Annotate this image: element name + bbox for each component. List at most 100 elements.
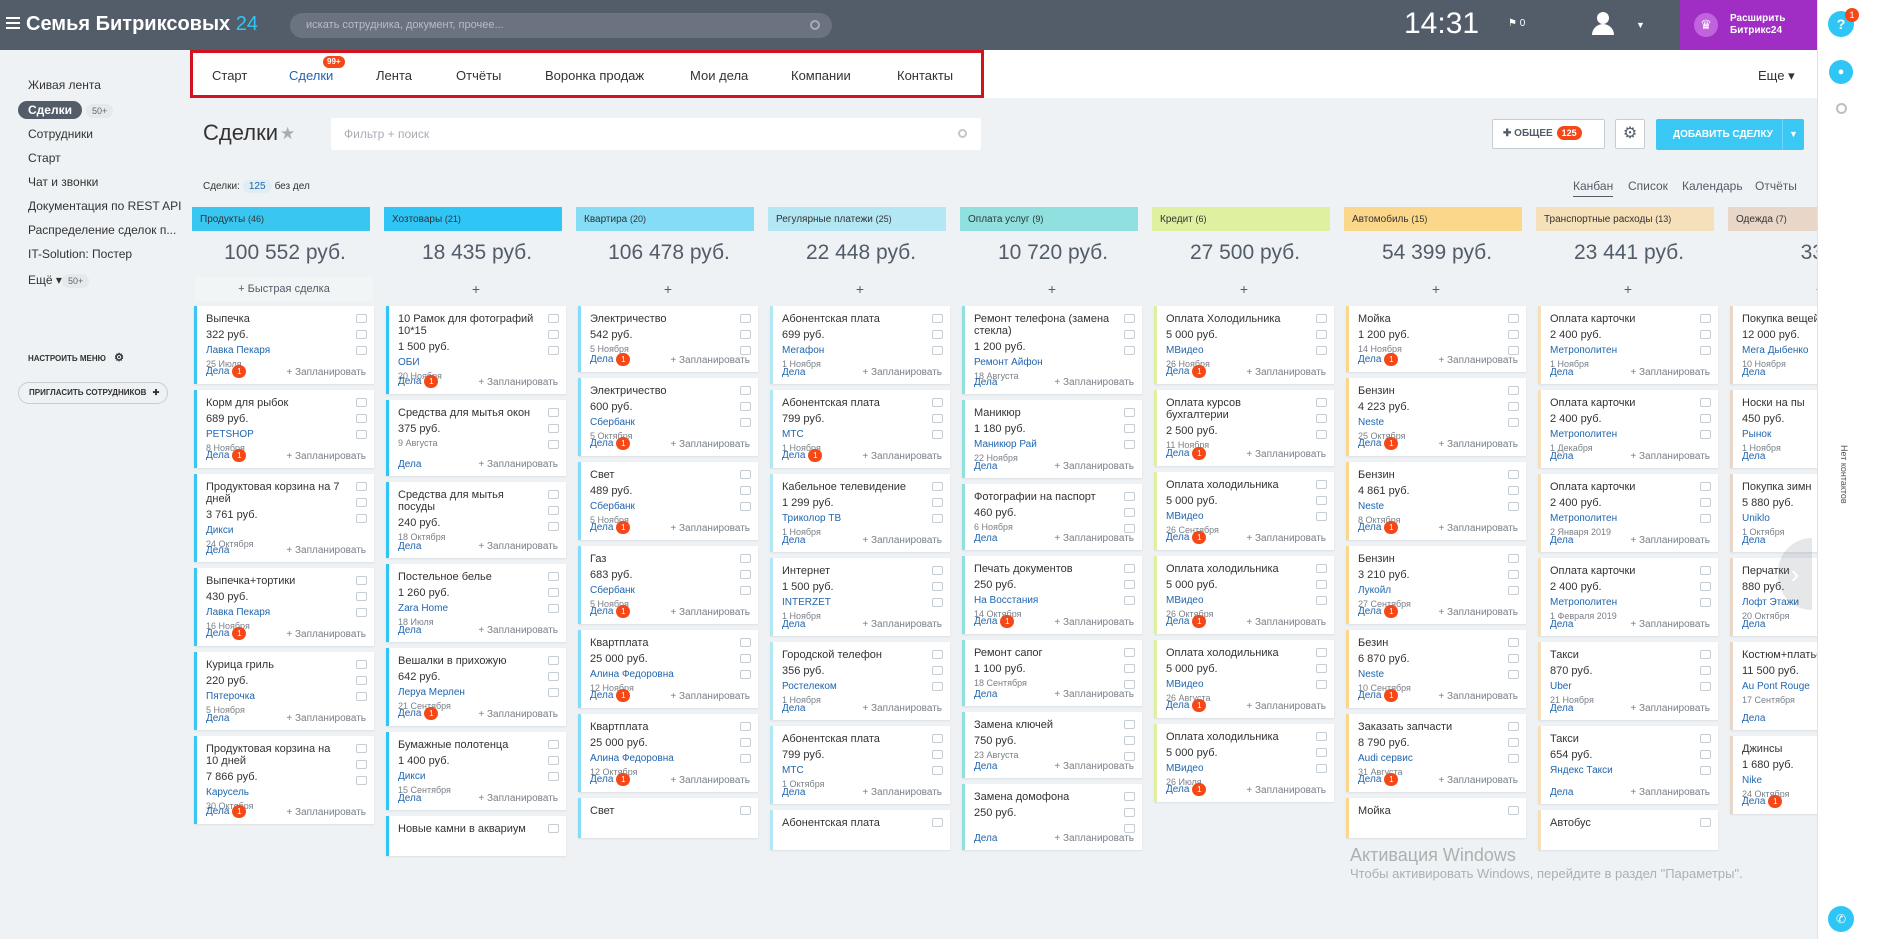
schedule-link[interactable]: + Запланировать — [862, 535, 942, 546]
deal-client-link[interactable]: Метрополитен — [1550, 345, 1710, 356]
deal-tasks-link[interactable]: Дела 1 — [590, 521, 631, 534]
quick-deal-button[interactable]: + Быстрая сделка — [195, 277, 373, 301]
deal-title[interactable]: Автобус — [1550, 817, 1710, 829]
deal-card[interactable]: Бензин 4 223 руб. Neste 25 Октября Дела 1 + За… — [1346, 378, 1526, 456]
deal-tasks-link[interactable]: Дела — [1742, 451, 1765, 462]
chat-icon[interactable] — [932, 598, 943, 607]
column-header[interactable]: Продукты (46) — [192, 207, 370, 231]
deal-client-link[interactable]: Алина Федоровна — [590, 669, 750, 680]
mail-icon[interactable] — [1124, 736, 1135, 745]
phone-icon[interactable] — [740, 806, 751, 815]
phone-icon[interactable] — [1508, 470, 1519, 479]
view-tab-2[interactable]: Календарь — [1682, 179, 1743, 193]
phone-icon[interactable]: ✆ — [1828, 906, 1854, 932]
mail-icon[interactable] — [1316, 330, 1327, 339]
schedule-link[interactable]: + Запланировать — [670, 439, 750, 450]
portal-title[interactable]: Семья Битриксовых 24 — [26, 13, 258, 36]
mail-icon[interactable] — [356, 498, 367, 507]
deal-tasks-link[interactable]: Дела — [974, 833, 997, 844]
mail-icon[interactable] — [548, 424, 559, 433]
schedule-link[interactable]: + Запланировать — [1630, 787, 1710, 798]
chevron-down-icon[interactable]: ▼ — [1782, 119, 1804, 150]
deal-card[interactable]: Заказать запчасти 8 790 руб. Audi сервис 31… — [1346, 714, 1526, 792]
deal-title[interactable]: Замена ключей — [974, 719, 1134, 731]
schedule-link[interactable]: + Запланировать — [1054, 833, 1134, 844]
flag-counter[interactable]: ⚑ 0 — [1508, 18, 1525, 29]
phone-icon[interactable] — [1508, 314, 1519, 323]
search-icon[interactable] — [1836, 103, 1847, 114]
schedule-link[interactable]: + Запланировать — [1438, 523, 1518, 534]
deal-client-link[interactable]: PETSHOP — [206, 429, 366, 440]
schedule-link[interactable]: + Запланировать — [1438, 607, 1518, 618]
sidebar-item-2[interactable]: Сотрудники — [28, 127, 93, 141]
deal-tasks-link[interactable]: Дела — [974, 461, 997, 472]
schedule-link[interactable]: + Запланировать — [478, 459, 558, 470]
deal-client-link[interactable]: Метрополитен — [1550, 597, 1710, 608]
phone-icon[interactable] — [1316, 732, 1327, 741]
add-deal-plus-icon[interactable]: + — [963, 277, 1141, 301]
schedule-link[interactable]: + Запланировать — [1246, 367, 1326, 378]
schedule-link[interactable]: + Запланировать — [1438, 355, 1518, 366]
phone-icon[interactable] — [932, 566, 943, 575]
deal-tasks-link[interactable]: Дела 1 — [1166, 447, 1207, 460]
deal-title[interactable]: Абонентская плата — [782, 817, 942, 829]
phone-icon[interactable] — [740, 386, 751, 395]
deal-tasks-link[interactable]: Дела — [782, 703, 805, 714]
deal-title[interactable]: Носки на пы — [1742, 397, 1817, 409]
deal-card[interactable]: Замена ключей 750 руб. 23 Августа Дела + Зап… — [962, 712, 1142, 778]
deal-card[interactable]: 10 Рамок для фотографий 10*15 1 500 руб. О… — [386, 306, 566, 394]
deal-card[interactable]: Ремонт телефона (замена стекла) 1 200 руб… — [962, 306, 1142, 394]
chat-icon[interactable] — [548, 772, 559, 781]
deal-title[interactable]: Продуктовая корзина на 10 дней — [206, 743, 366, 767]
deal-client-link[interactable]: Мега Дыбенко — [1742, 345, 1817, 356]
deal-tasks-link[interactable]: Дела — [1550, 451, 1573, 462]
star-icon[interactable]: ★ — [280, 124, 295, 144]
deal-client-link[interactable]: На Восстания — [974, 595, 1134, 606]
sidebar-item-5[interactable]: Документация по REST API — [28, 199, 182, 213]
mail-icon[interactable] — [1508, 738, 1519, 747]
deal-title[interactable]: Корм для рыбок — [206, 397, 366, 409]
deal-card[interactable]: Оплата Холодильника 5 000 руб. МВидео 26 Но… — [1154, 306, 1334, 384]
mail-icon[interactable] — [1700, 414, 1711, 423]
deal-card[interactable]: Вешалки в прихожую 642 руб. Леруа Мерлен 21… — [386, 648, 566, 726]
chat-icon[interactable] — [1508, 586, 1519, 595]
user-avatar-icon[interactable] — [1592, 12, 1614, 36]
mail-icon[interactable] — [1316, 414, 1327, 423]
deal-client-link[interactable]: Метрополитен — [1550, 429, 1710, 440]
deal-tasks-link[interactable]: Дела — [1550, 535, 1573, 546]
mail-icon[interactable] — [1508, 654, 1519, 663]
chat-icon[interactable] — [548, 688, 559, 697]
schedule-link[interactable]: + Запланировать — [1630, 703, 1710, 714]
deal-card[interactable]: Маникюр 1 180 руб. Маникюр Рай 22 Ноября Дел… — [962, 400, 1142, 478]
schedule-link[interactable]: + Запланировать — [1246, 617, 1326, 628]
deal-title[interactable]: Абонентская плата — [782, 397, 942, 409]
deal-card[interactable]: Мойка — [1346, 798, 1526, 838]
deal-title[interactable]: Такси — [1550, 733, 1710, 745]
phone-icon[interactable] — [1124, 792, 1135, 801]
deal-title[interactable]: Костюм+платье рождения — [1742, 649, 1817, 661]
deal-client-link[interactable]: Мегафон — [782, 345, 942, 356]
deal-client-link[interactable]: Сбербанк — [590, 501, 750, 512]
deal-card[interactable]: Ремонт сапог 1 100 руб. 18 Сентября Дела + З… — [962, 640, 1142, 706]
deal-title[interactable]: Безин — [1358, 637, 1518, 649]
phone-icon[interactable] — [1316, 314, 1327, 323]
deal-card[interactable]: Оплата холодильника 5 000 руб. МВидео 26 Ию… — [1154, 724, 1334, 802]
view-tab-0[interactable]: Канбан — [1573, 179, 1614, 197]
deal-tasks-link[interactable]: Дела — [974, 761, 997, 772]
deal-card[interactable]: Мойка 1 200 руб. 14 Ноября Дела 1 + Запланиро… — [1346, 306, 1526, 372]
deal-title[interactable]: Абонентская плата — [782, 313, 942, 325]
deal-client-link[interactable]: Neste — [1358, 669, 1518, 680]
schedule-link[interactable]: + Запланировать — [286, 807, 366, 818]
deal-client-link[interactable]: Сбербанк — [590, 417, 750, 428]
schedule-link[interactable]: + Запланировать — [1054, 533, 1134, 544]
deal-title[interactable]: Электричество — [590, 385, 750, 397]
deal-tasks-link[interactable]: Дела — [1742, 367, 1765, 378]
deal-title[interactable]: Бумажные полотенца — [398, 739, 558, 751]
deal-title[interactable]: Ремонт телефона (замена стекла) — [974, 313, 1134, 337]
phone-icon[interactable] — [548, 572, 559, 581]
phone-icon[interactable] — [548, 656, 559, 665]
deal-title[interactable]: Покупка вещей Меге — [1742, 313, 1817, 325]
deal-title[interactable]: Джинсы — [1742, 743, 1817, 755]
mail-icon[interactable] — [932, 582, 943, 591]
menu-icon[interactable] — [6, 17, 20, 29]
